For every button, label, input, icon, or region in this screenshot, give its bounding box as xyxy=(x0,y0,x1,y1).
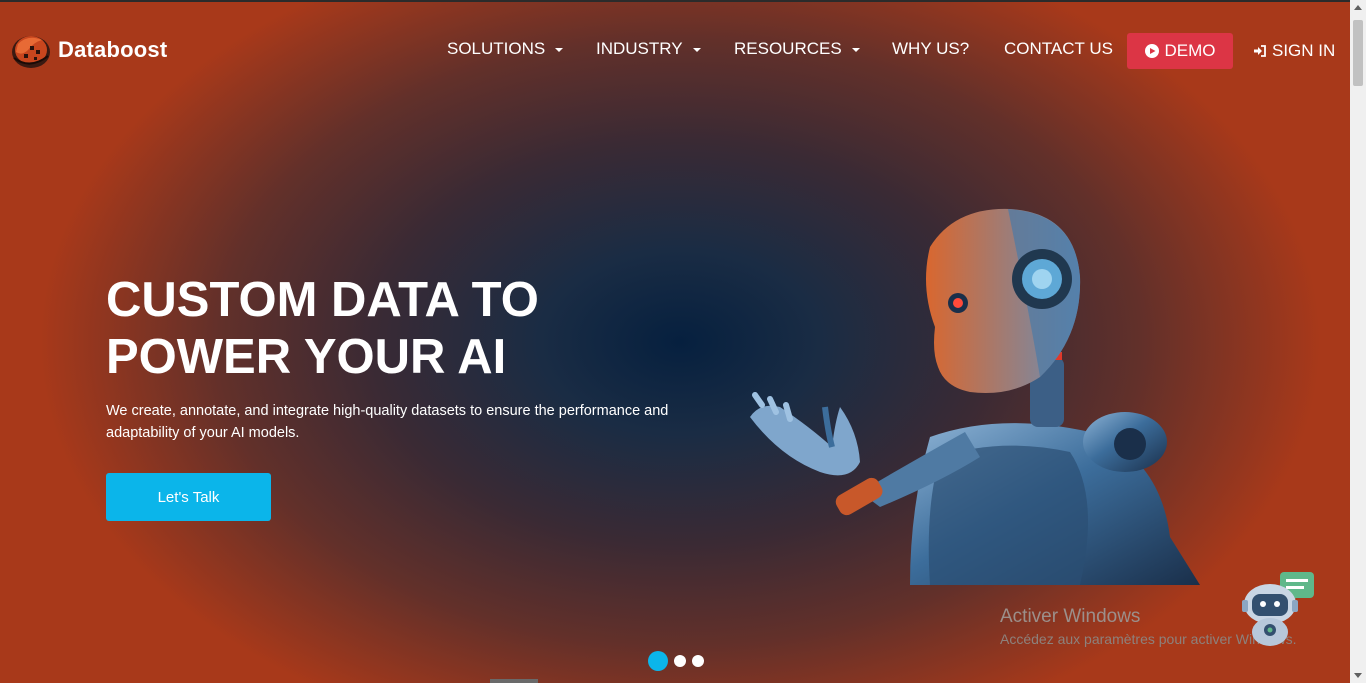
windows-activation-title: Activer Windows xyxy=(1000,606,1141,627)
chatbot-icon[interactable] xyxy=(1236,572,1318,648)
caret-down-icon xyxy=(555,48,564,52)
scroll-up-arrow-icon[interactable] xyxy=(1354,5,1362,10)
nav-item-industry[interactable]: INDUSTRY xyxy=(596,39,701,59)
carousel-dot-2[interactable] xyxy=(674,655,686,667)
lets-talk-button[interactable]: Let's Talk xyxy=(106,473,271,521)
nav-label: INDUSTRY xyxy=(596,39,683,58)
nav-item-contact-us[interactable]: CONTACT US xyxy=(1004,39,1113,59)
scroll-down-arrow-icon[interactable] xyxy=(1354,673,1362,678)
nav-item-why-us[interactable]: WHY US? xyxy=(892,39,969,59)
carousel-dot-1[interactable] xyxy=(648,651,668,671)
caret-down-icon xyxy=(851,48,860,52)
vertical-scrollbar[interactable] xyxy=(1350,0,1366,683)
nav-item-solutions[interactable]: SOLUTIONS xyxy=(447,39,564,59)
robot-illustration xyxy=(750,208,1200,585)
play-circle-icon xyxy=(1144,44,1159,58)
nav-label: WHY US? xyxy=(892,39,970,58)
hero-title-line-1: CUSTOM DATA TO xyxy=(106,273,539,327)
horizontal-scrollbar-thumb[interactable] xyxy=(490,679,538,683)
nav-label: RESOURCES xyxy=(734,39,842,58)
sign-in-link[interactable]: SIGN IN xyxy=(1253,41,1335,61)
hero-title: CUSTOM DATA TO POWER YOUR AI xyxy=(106,272,666,386)
carousel-dot-3[interactable] xyxy=(692,655,704,667)
nav-item-resources[interactable]: RESOURCES xyxy=(734,39,860,59)
caret-down-icon xyxy=(692,48,701,52)
scrollbar-thumb[interactable] xyxy=(1353,20,1363,86)
sign-in-icon xyxy=(1254,45,1266,57)
hero-title-line-2: POWER YOUR AI xyxy=(106,330,507,384)
carousel-indicators xyxy=(648,651,704,671)
hero-description: We create, annotate, and integrate high-… xyxy=(106,403,669,441)
demo-label: DEMO xyxy=(1164,41,1216,60)
nav-label: CONTACT US xyxy=(1004,39,1113,58)
demo-button[interactable]: DEMO xyxy=(1127,33,1233,69)
sign-in-label: SIGN IN xyxy=(1272,41,1336,60)
nav-label: SOLUTIONS xyxy=(447,39,546,58)
hero-section: Databoost SOLUTIONS INDUSTRY RESOURCES W… xyxy=(0,2,1350,683)
